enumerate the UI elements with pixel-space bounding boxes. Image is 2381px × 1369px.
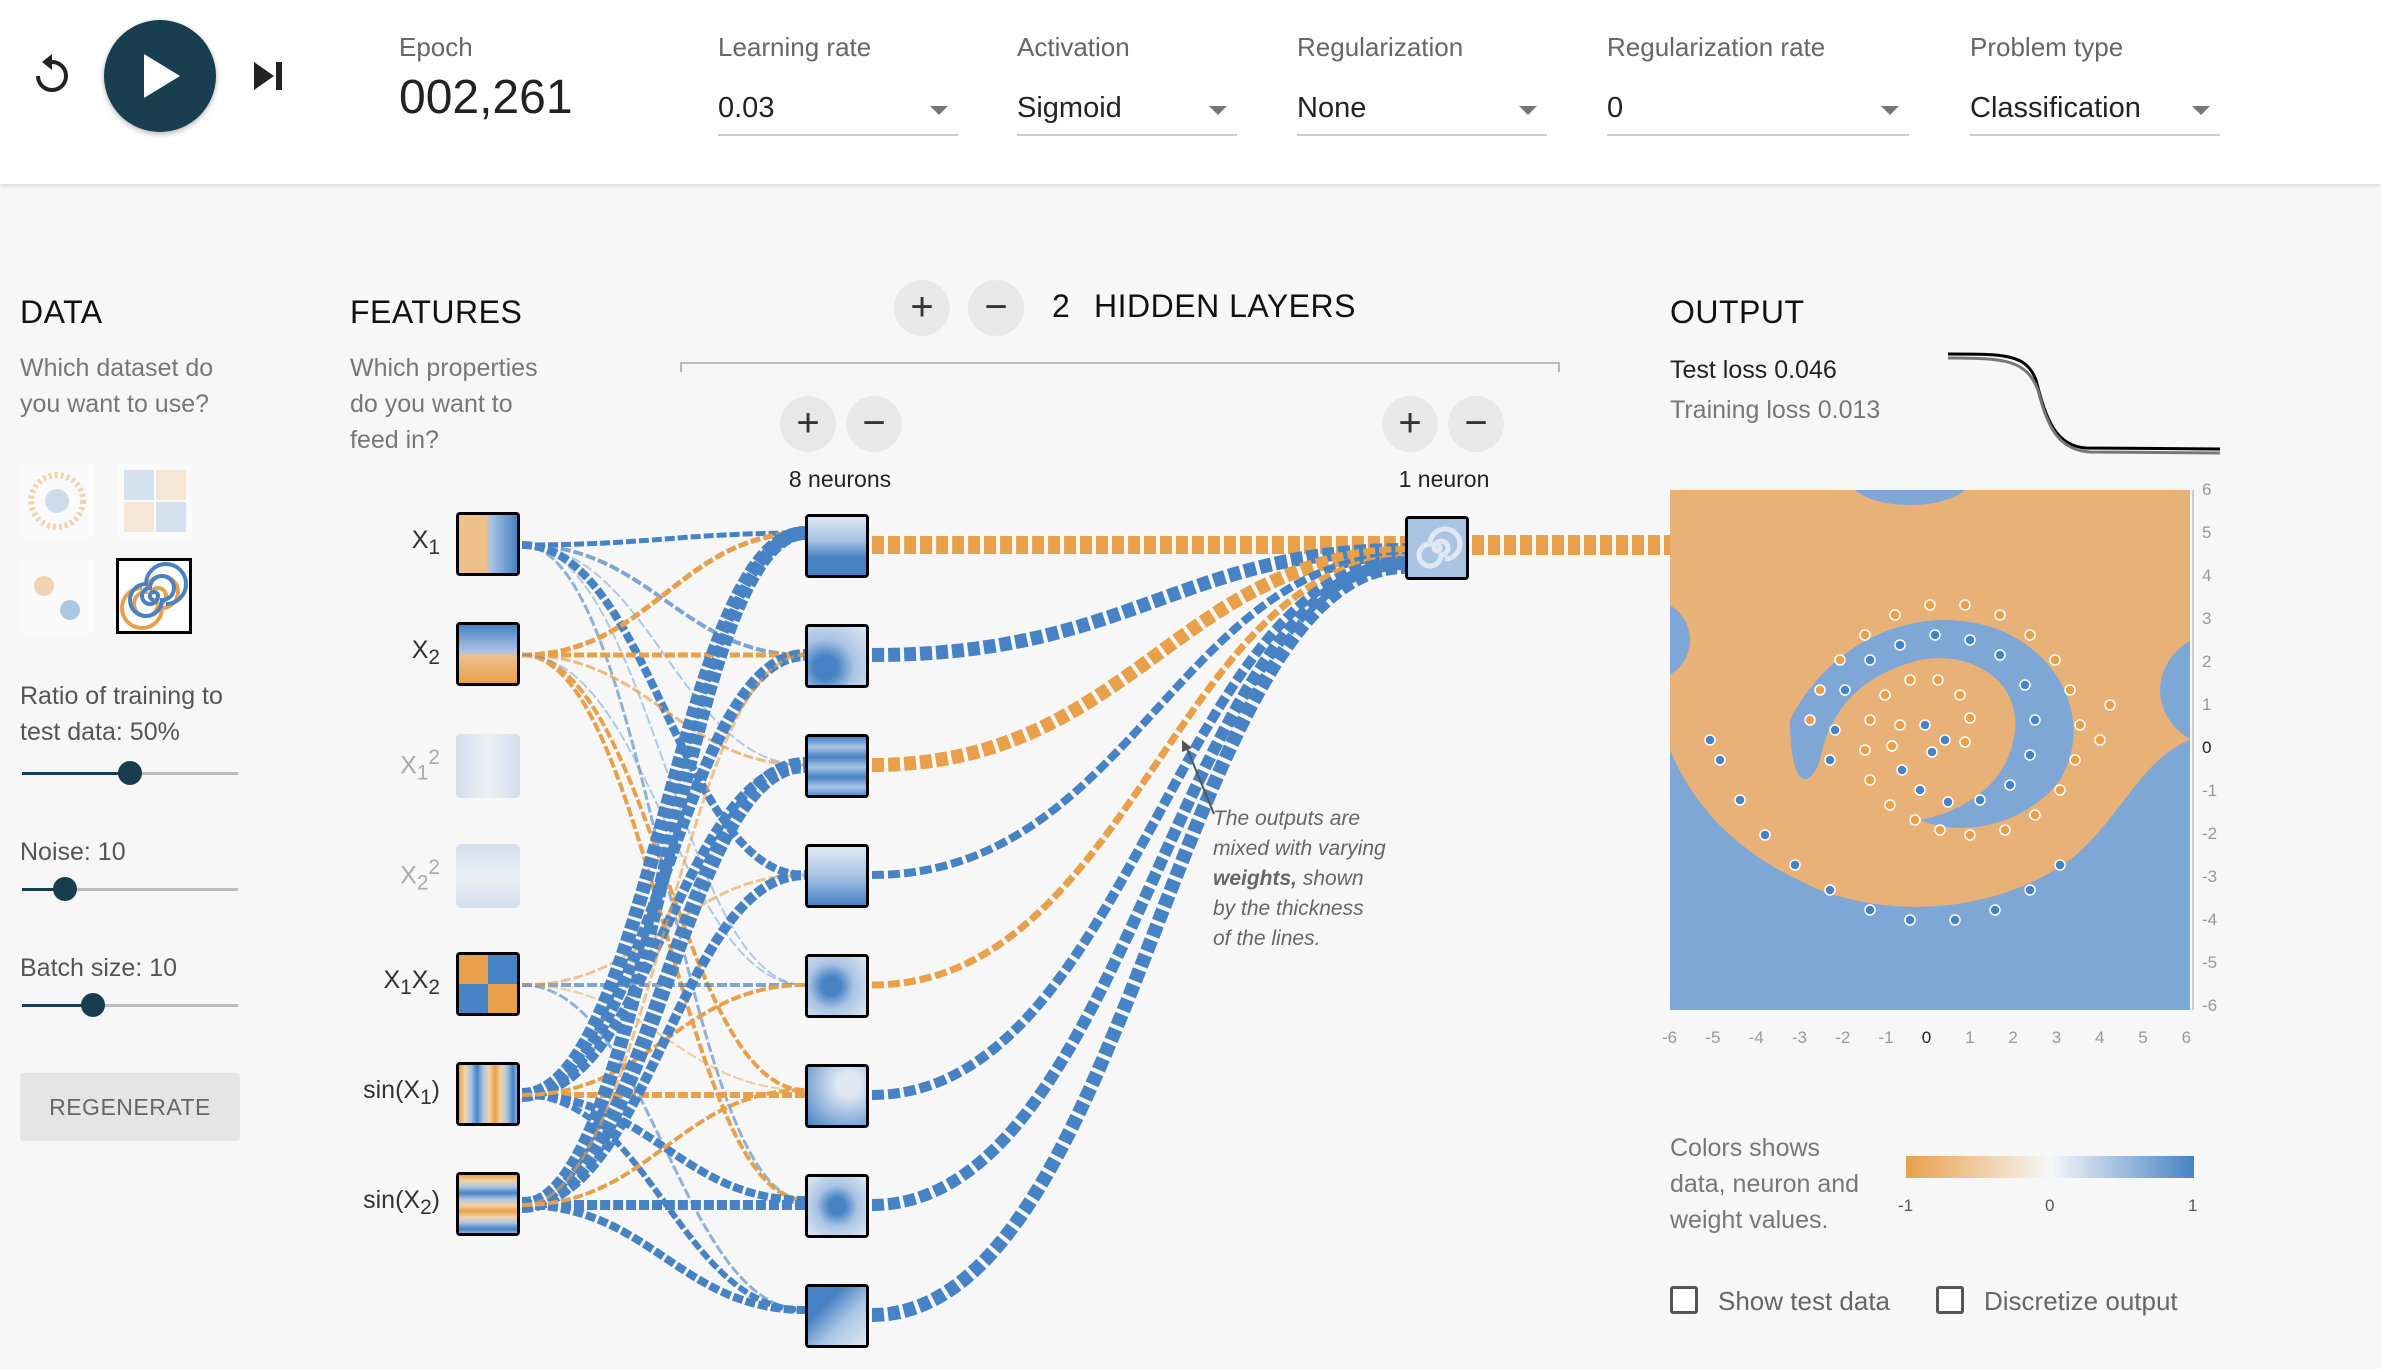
x-tick-label: -1 — [1878, 1028, 1894, 1047]
neuron-1-6[interactable] — [805, 1064, 869, 1128]
plus-icon: + — [910, 285, 934, 329]
feature-node-x1-squared[interactable] — [456, 734, 520, 798]
output-heatmap — [1670, 490, 2190, 1010]
layers-bracket — [680, 362, 1560, 372]
feature-node-sin-x2[interactable] — [456, 1172, 520, 1236]
feature-label-x2-squared: X22 — [400, 856, 440, 895]
output-title: OUTPUT — [1670, 294, 1805, 330]
feature-node-x1[interactable] — [456, 512, 520, 576]
y-tick-label: -6 — [2202, 996, 2218, 1015]
feature-node-x2[interactable] — [456, 622, 520, 686]
x-tick-label: 5 — [2138, 1028, 2148, 1047]
neuron-1-2[interactable] — [805, 624, 869, 688]
feature-label-x1x2: X1X2 — [383, 966, 440, 999]
remove-neuron-layer1-button[interactable]: − — [846, 396, 902, 452]
y-tick-label: 3 — [2202, 609, 2212, 628]
y-tick-label: 6 — [2202, 480, 2212, 499]
y-tick-label: 4 — [2202, 566, 2212, 585]
output-decision-map — [1670, 490, 2190, 1010]
color-legend-text: Colors shows data, neuron and weight value… — [1670, 1134, 1860, 1234]
x-tick-label: 6 — [2181, 1028, 2192, 1047]
x-tick-label: 0 — [1921, 1028, 1932, 1047]
y-tick-label: -3 — [2202, 867, 2218, 886]
legend-tick-max: 1 — [2188, 1196, 2198, 1215]
y-tick-label: -4 — [2202, 910, 2218, 929]
neuron-2-1[interactable] — [1405, 516, 1469, 580]
training-loss: Training loss 0.013 — [1670, 396, 1881, 424]
layer2-neuron-count: 1 neuron — [1398, 466, 1490, 492]
x-tick-label: -5 — [1705, 1028, 1721, 1047]
neuron-1-1[interactable] — [805, 514, 869, 578]
minus-icon: − — [984, 285, 1008, 329]
x-tick-label: -3 — [1791, 1028, 1808, 1047]
neuron-1-3[interactable] — [805, 734, 869, 798]
show-test-data-label[interactable]: Show test data — [1718, 1286, 1890, 1317]
minus-icon: − — [1464, 401, 1488, 445]
legend-tick-min: -1 — [1898, 1196, 1914, 1215]
neuron-1-8[interactable] — [805, 1284, 869, 1348]
spiral-neuron-icon — [1408, 519, 1466, 577]
plus-icon: + — [796, 401, 820, 445]
x-tick-label: 3 — [2051, 1028, 2062, 1047]
feature-label-sin-x1: sin(X1) — [363, 1076, 440, 1109]
y-tick-label: 2 — [2202, 652, 2212, 671]
color-legend-bar — [1906, 1156, 2194, 1178]
test-loss: Test loss 0.046 — [1670, 356, 1837, 384]
layer1-neuron-count: 8 neurons — [788, 466, 892, 492]
x-tick-label: -2 — [1835, 1028, 1851, 1047]
x-tick-label: -6 — [1662, 1028, 1678, 1047]
y-axis-line — [2192, 490, 2194, 1010]
x-tick-label: -4 — [1748, 1028, 1764, 1047]
neuron-1-7[interactable] — [805, 1174, 869, 1238]
remove-layer-button[interactable]: − — [968, 280, 1024, 336]
feature-node-sin-x1[interactable] — [456, 1062, 520, 1126]
y-tick-label: 1 — [2202, 695, 2212, 714]
legend-tick-mid: 0 — [2045, 1196, 2055, 1215]
feature-label-x1-squared: X12 — [400, 746, 440, 785]
y-tick-label: -2 — [2202, 824, 2218, 843]
feature-label-x1: X1 — [411, 526, 440, 559]
plus-icon: + — [1398, 401, 1422, 445]
feature-node-x2-squared[interactable] — [456, 844, 520, 908]
feature-node-x1x2[interactable] — [456, 952, 520, 1016]
remove-neuron-layer2-button[interactable]: − — [1448, 396, 1504, 452]
hidden-layers-count: 2 — [1052, 288, 1070, 324]
x-tick-label: 1 — [1965, 1028, 1975, 1047]
x-tick-label: 4 — [2095, 1028, 2105, 1047]
discretize-output-checkbox[interactable] — [1936, 1286, 1964, 1314]
neuron-1-4[interactable] — [805, 844, 869, 908]
hidden-layers-label: HIDDEN LAYERS — [1094, 288, 1356, 324]
weights-annotation: The outputs are mixed with varying weigh… — [1213, 807, 1386, 950]
add-neuron-layer2-button[interactable]: + — [1382, 396, 1438, 452]
discretize-output-label[interactable]: Discretize output — [1984, 1286, 2178, 1317]
add-layer-button[interactable]: + — [894, 280, 950, 336]
loss-curve-chart — [1947, 352, 2221, 455]
x-tick-label: 2 — [2008, 1028, 2018, 1047]
minus-icon: − — [862, 401, 886, 445]
y-tick-label: 5 — [2202, 523, 2212, 542]
show-test-data-checkbox[interactable] — [1670, 1286, 1698, 1314]
add-neuron-layer1-button[interactable]: + — [780, 396, 836, 452]
feature-label-x2: X2 — [411, 636, 440, 669]
y-tick-label: -5 — [2202, 953, 2218, 972]
neuron-1-5[interactable] — [805, 954, 869, 1018]
y-tick-label: -1 — [2202, 781, 2218, 800]
feature-label-sin-x2: sin(X2) — [363, 1186, 440, 1219]
y-tick-label: 0 — [2202, 738, 2212, 757]
